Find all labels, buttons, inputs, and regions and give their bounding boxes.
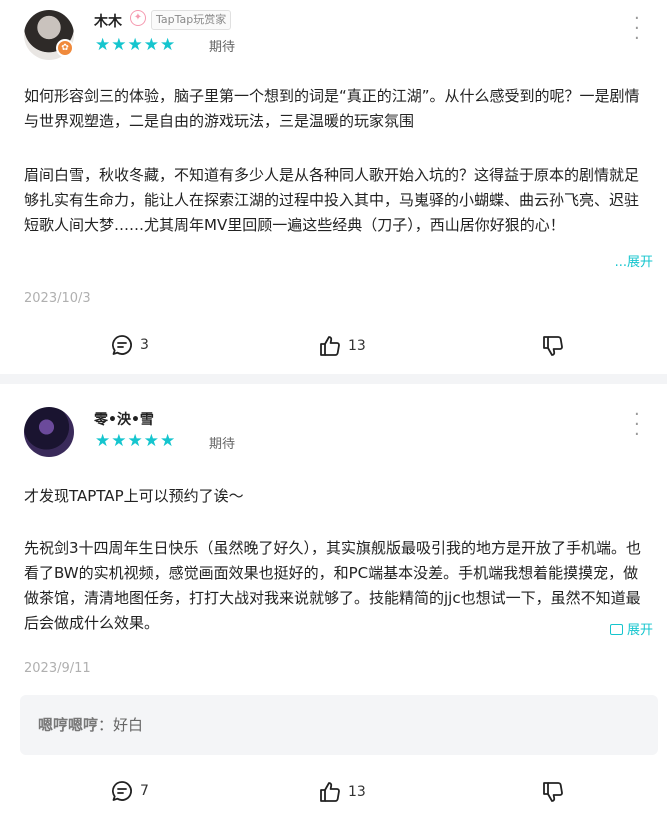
review-paragraph: 先祝剑3十四周年生日快乐（虽然晚了好久），其实旗舰版最吸引我的地方是开放了手机端… [24,539,642,632]
comment-count: 7 [140,783,149,799]
review-paragraph: 才发现TAPTAP上可以预约了诶～ [24,487,244,505]
reply-author: 嗯哼嗯哼 [38,716,99,734]
like-count: 13 [348,784,366,800]
image-icon [609,624,623,635]
more-options-icon[interactable]: · · · [634,406,640,444]
comment-button[interactable]: 7 [110,779,149,803]
like-button[interactable]: 13 [318,780,366,804]
dislike-button[interactable] [541,780,565,804]
thumbs-up-icon [318,780,342,804]
rating-stars: ★★★★★ [95,431,177,451]
reply-preview[interactable]: 嗯哼嗯哼：好白 [20,695,658,755]
reply-text: 好白 [113,716,144,734]
reply-separator: ： [98,716,114,734]
comment-icon [110,779,134,803]
user-avatar[interactable] [24,407,74,457]
thumbs-down-icon [541,780,565,804]
review-date: 2023/9/11 [24,661,91,676]
review-card-2: 零•泱•雪 ★★★★★ 期待 · · · 才发现TAPTAP上可以预约了诶～ 先祝剑… [0,0,667,826]
status-label: 期待 [209,437,236,452]
expand-link[interactable]: 展开 [603,619,653,638]
username[interactable]: 零•泱•雪 [94,409,154,429]
expand-label: 展开 [626,623,653,638]
